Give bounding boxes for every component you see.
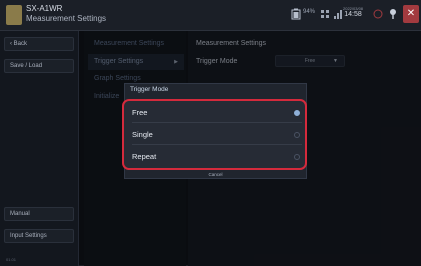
battery-icon <box>291 8 301 20</box>
back-label: Back <box>13 41 28 47</box>
option-label: Repeat <box>132 152 157 161</box>
battery-level: 94% <box>303 9 316 15</box>
clock: 2022/03/08 14:58 <box>343 6 363 18</box>
close-icon: ✕ <box>406 8 416 19</box>
save-load-button[interactable]: Save / Load <box>4 59 74 73</box>
app-logo <box>6 5 22 25</box>
pin-icon[interactable] <box>388 8 398 20</box>
header-bar: SX-A1WR Measurement Settings 94% 2022/03… <box>0 0 421 31</box>
dialog-title: Trigger Mode <box>130 86 169 93</box>
manual-button[interactable]: Manual <box>4 207 74 221</box>
cancel-button[interactable]: Cancel <box>124 171 307 179</box>
input-settings-button[interactable]: Input Settings <box>4 229 74 243</box>
signal-icon <box>334 10 342 19</box>
option-label: Single <box>132 130 153 139</box>
radio-icon <box>294 132 300 138</box>
radio-selected-icon <box>294 110 300 116</box>
clock-time: 14:58 <box>344 11 362 18</box>
version-text: 01.01 <box>6 257 17 262</box>
option-list: Free Single Repeat <box>122 99 307 170</box>
close-button[interactable]: ✕ <box>403 5 419 23</box>
option-repeat[interactable]: Repeat <box>132 147 302 167</box>
screen-subtitle: Measurement Settings <box>26 14 107 23</box>
grid-icon <box>321 10 329 18</box>
option-free[interactable]: Free <box>132 103 302 123</box>
option-label: Free <box>132 108 148 117</box>
device-name: SX-A1WR <box>26 4 63 13</box>
back-button[interactable]: ‹ Back <box>4 37 74 51</box>
radio-icon <box>294 154 300 160</box>
record-icon[interactable] <box>373 8 383 20</box>
option-single[interactable]: Single <box>132 125 302 145</box>
